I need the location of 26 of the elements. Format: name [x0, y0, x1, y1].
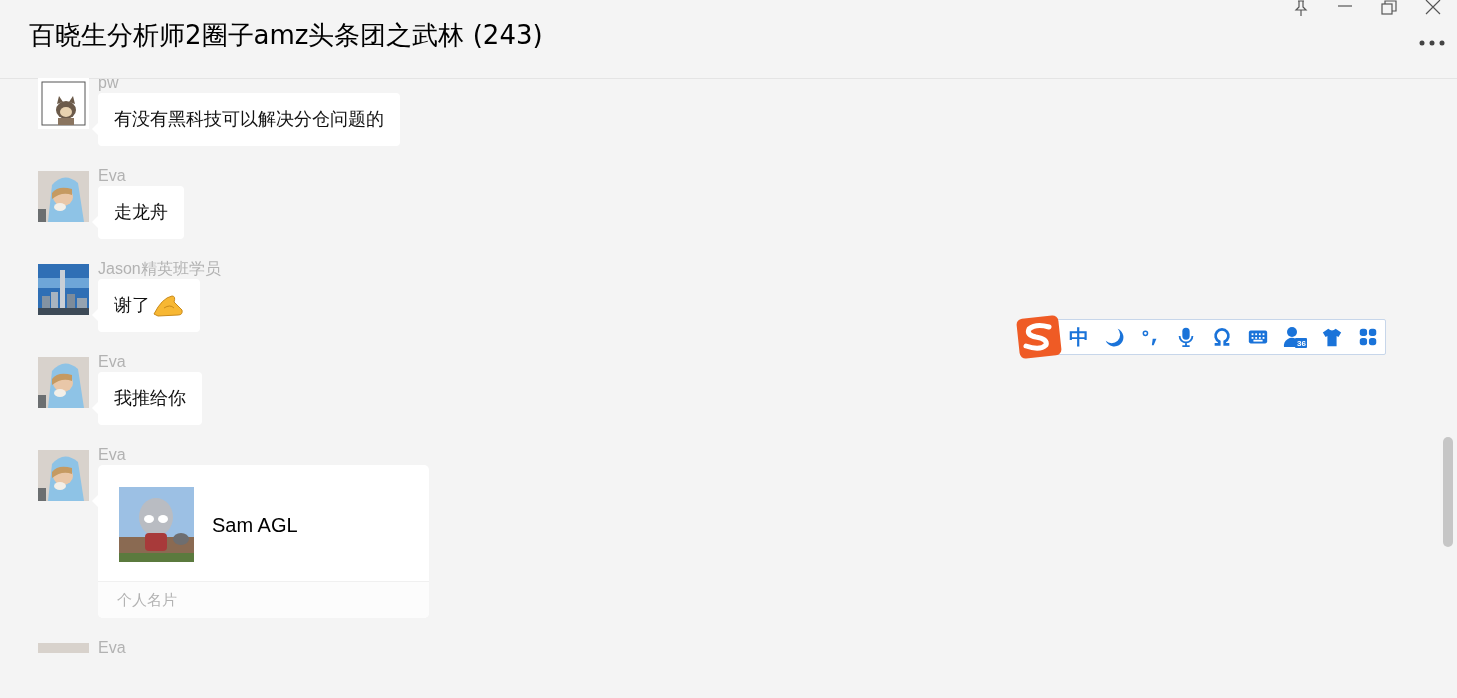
message-bubble: 有没有黑科技可以解决分仓问题的 — [98, 93, 400, 146]
sogou-logo-icon[interactable] — [1016, 315, 1062, 359]
moon-icon[interactable] — [1103, 326, 1125, 348]
more-icon[interactable] — [1419, 40, 1445, 46]
restore-icon[interactable] — [1381, 0, 1397, 16]
window-title: 百晓生分析师2圈子amz头条团之武林 (243) — [29, 19, 543, 52]
avatar-edge — [38, 643, 89, 653]
sender-name: pw — [98, 73, 120, 93]
message-bubble: 我推给你 — [98, 372, 202, 425]
sender-name: Eva — [98, 638, 126, 658]
contact-name: Sam AGL — [212, 512, 298, 538]
pin-icon[interactable] — [1293, 0, 1309, 16]
sender-name: Eva — [98, 166, 127, 186]
sender-name: Eva — [98, 445, 127, 465]
omega-icon[interactable] — [1211, 326, 1233, 348]
message-bubble: 谢了 — [98, 279, 200, 332]
user-tools-button[interactable]: 36 — [1283, 326, 1307, 348]
shirt-icon[interactable] — [1321, 326, 1343, 348]
close-icon[interactable] — [1425, 0, 1441, 16]
sender-name: Eva — [98, 352, 127, 372]
message-bubble: 走龙舟 — [98, 186, 184, 239]
sender-name: Jason精英班学员 — [98, 259, 221, 279]
chinese-mode-toggle[interactable]: 中 — [1069, 322, 1089, 352]
contact-card[interactable]: Sam AGL 个人名片 — [98, 465, 429, 618]
grid-icon[interactable] — [1357, 326, 1379, 348]
card-type-label: 个人名片 — [117, 589, 177, 610]
